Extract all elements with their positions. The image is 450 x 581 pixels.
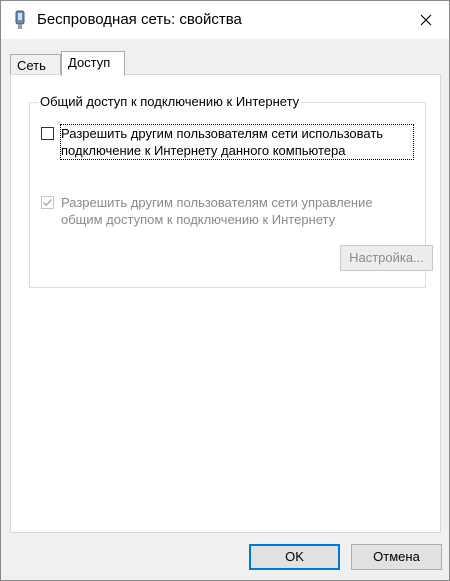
close-icon [420, 14, 432, 26]
wireless-adapter-icon [15, 10, 25, 29]
allow-sharing-label[interactable]: Разрешить другим пользователям сети испо… [60, 124, 414, 160]
allow-sharing-checkbox[interactable] [41, 127, 54, 140]
tab-panel-sharing: Общий доступ к подключению к Интернету Р… [10, 74, 441, 533]
cancel-button[interactable]: Отмена [351, 544, 442, 570]
checkmark-icon [43, 199, 53, 207]
settings-button: Настройка... [340, 245, 433, 271]
allow-control-checkbox [41, 196, 54, 209]
allow-control-label: Разрешить другим пользователям сети упра… [61, 195, 373, 227]
close-button[interactable] [403, 1, 449, 39]
groupbox-legend: Общий доступ к подключению к Интернету [38, 94, 302, 109]
tab-network[interactable]: Сеть [10, 54, 61, 75]
window-title: Беспроводная сеть: свойства [37, 11, 242, 28]
tab-sharing[interactable]: Доступ [61, 51, 125, 76]
ok-button[interactable]: OK [249, 544, 340, 570]
ics-groupbox: Общий доступ к подключению к Интернету Р… [29, 94, 433, 288]
title-bar: Беспроводная сеть: свойства [1, 1, 449, 39]
properties-dialog: Беспроводная сеть: свойства Сеть Доступ … [0, 0, 450, 581]
